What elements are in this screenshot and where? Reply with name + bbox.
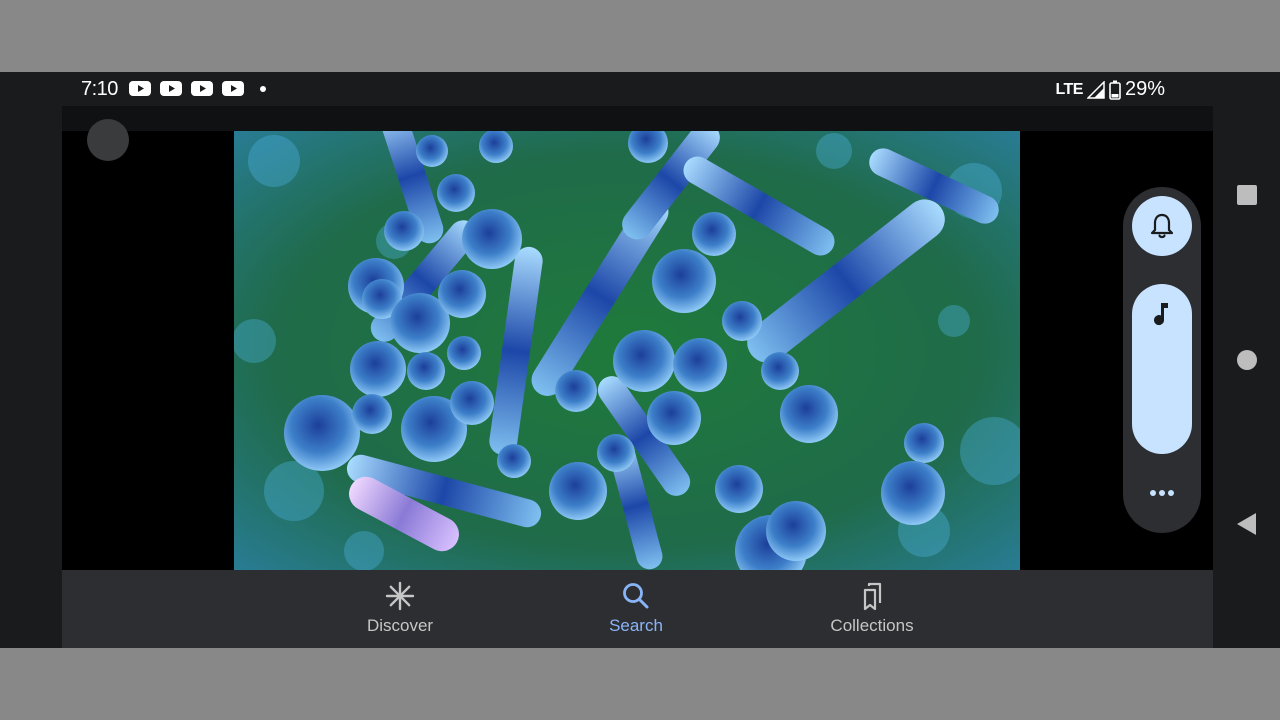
bookmarks-icon [863, 582, 882, 611]
status-indicators: LTE 29% [1055, 78, 1165, 101]
more-horizontal-icon [1150, 490, 1174, 496]
volume-panel [1123, 187, 1201, 533]
avatar[interactable] [87, 119, 129, 161]
youtube-icon [222, 81, 244, 96]
status-bar: 7:10 LTE 29% [62, 72, 1213, 106]
lens-app: Discover Search Collections [62, 106, 1213, 648]
home-circle-icon[interactable] [1236, 349, 1258, 371]
recents-square-icon[interactable] [1236, 184, 1258, 206]
battery-icon [1109, 80, 1121, 100]
search-image[interactable] [234, 131, 1020, 570]
network-type: LTE [1055, 80, 1083, 98]
youtube-icon [191, 81, 213, 96]
bottom-navigation: Discover Search Collections [62, 570, 1213, 648]
more-notifications-dot [260, 86, 266, 92]
nav-discover[interactable]: Discover [320, 580, 480, 636]
nav-search-label: Search [609, 616, 663, 635]
battery-level: 29% [1124, 78, 1165, 100]
youtube-icon [129, 81, 151, 96]
nav-collections-label: Collections [830, 616, 914, 635]
top-bar [62, 106, 1213, 131]
ringer-mode-button[interactable] [1132, 196, 1192, 256]
search-icon [623, 583, 649, 609]
signal-icon [1086, 80, 1105, 99]
status-time: 7:10 [81, 78, 118, 100]
music-note-icon [1154, 303, 1168, 326]
device-screen: 7:10 LTE 29% Discover Search Collections [0, 72, 1280, 648]
nav-discover-label: Discover [366, 616, 434, 635]
back-triangle-icon[interactable] [1236, 512, 1258, 536]
nav-search[interactable]: Search [556, 580, 716, 636]
youtube-icon [160, 81, 182, 96]
volume-more-button[interactable] [1147, 483, 1177, 503]
system-navigation [1213, 72, 1280, 648]
bell-icon [1150, 213, 1174, 239]
media-volume-slider[interactable] [1132, 284, 1192, 454]
asterisk-icon [385, 581, 415, 611]
nav-collections[interactable]: Collections [792, 580, 952, 636]
